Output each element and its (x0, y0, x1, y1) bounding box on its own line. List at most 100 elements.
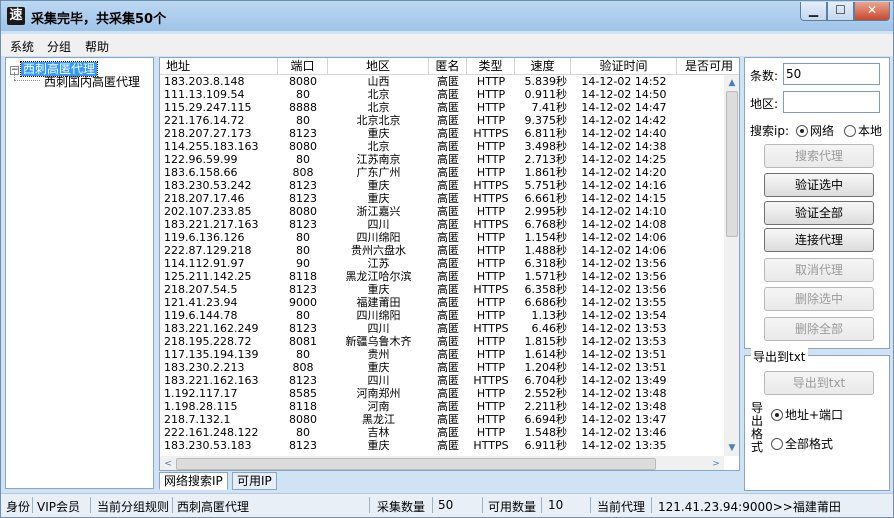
title-bar[interactable]: 速 采集完毕，共采集50个 ▁ ☐ ✕ (1, 1, 893, 31)
vertical-scrollbar[interactable]: ▲ ▼ (724, 75, 739, 456)
cell-anonymity: 高匿 (437, 413, 459, 426)
radio-full-format[interactable]: 全部格式 (771, 435, 833, 452)
menu-bar: 系统 分组 帮助 (1, 34, 893, 56)
table-row[interactable]: 222.87.129.218 80 贵州六盘水 高匿 HTTP 1.488秒 14-12-0… (160, 244, 724, 257)
status-separator (590, 497, 591, 513)
table-row[interactable]: 183.221.162.249 8123 四川 高匿 HTTPS 6.46秒 14-12-0… (160, 322, 724, 335)
table-row[interactable]: 183.230.53.242 8123 重庆 高匿 HTTPS 5.751秒 14-12-0… (160, 179, 724, 192)
column-header-port[interactable]: 端口 (278, 58, 328, 75)
column-header-type[interactable]: 类型 (467, 58, 515, 75)
table-row[interactable]: 125.211.142.25 8118 黑龙江哈尔滨 高匿 HTTP 1.571秒 14-1… (160, 270, 724, 283)
cell-address: 183.230.53.183 (164, 439, 252, 452)
vertical-scroll-thumb[interactable] (726, 91, 738, 237)
cell-available (677, 140, 724, 153)
cell-verify-time: 14-12-02 13:46 (581, 426, 667, 439)
cell-anonymity: 高匿 (437, 205, 459, 218)
menu-group[interactable]: 分组 (47, 38, 71, 55)
scroll-up-icon[interactable]: ▲ (724, 75, 739, 91)
horizontal-scroll-thumb[interactable] (176, 458, 656, 470)
tab-network-search-ip[interactable]: 网络搜索IP (159, 472, 228, 490)
current-proxy-value: 121.41.23.94:9000>>福建莆田 (658, 500, 841, 514)
cell-speed: 1.154秒 (524, 231, 568, 244)
status-separator (651, 497, 652, 513)
column-header-address[interactable]: 地址 (160, 58, 278, 75)
table-row[interactable]: 122.96.59.99 80 江苏南京 高匿 HTTP 2.713秒 14-12-02 1… (160, 153, 724, 166)
connect-proxy-button[interactable]: 连接代理 (764, 228, 874, 252)
column-header-available[interactable]: 是否可用 (677, 58, 739, 75)
search-proxy-button[interactable]: 搜索代理 (764, 144, 874, 168)
cell-address: 218.207.54.5 (164, 283, 238, 296)
table-row[interactable]: 183.230.2.213 808 重庆 高匿 HTTP 1.204秒 14-12-02 1… (160, 361, 724, 374)
count-input[interactable] (783, 63, 880, 85)
cell-type: HTTP (476, 88, 506, 101)
column-header-verify-time[interactable]: 验证时间 (571, 58, 677, 75)
table-row[interactable]: 183.203.8.148 8080 山西 高匿 HTTP 5.839秒 14-12-02 … (160, 75, 724, 88)
cell-address: 114.255.183.163 (164, 140, 259, 153)
cell-anonymity: 高匿 (437, 283, 459, 296)
tree-child-node[interactable]: 西刺国内高匿代理 (44, 73, 140, 90)
cancel-proxy-button[interactable]: 取消代理 (764, 258, 874, 282)
column-header-region[interactable]: 地区 (328, 58, 429, 75)
delete-all-button[interactable]: 删除全部 (764, 317, 874, 341)
scroll-right-icon[interactable]: > (708, 456, 724, 470)
maximize-button[interactable]: ☐ (827, 2, 854, 21)
menu-help[interactable]: 帮助 (85, 38, 109, 55)
table-row[interactable]: 218.207.17.46 8123 重庆 高匿 HTTPS 6.661秒 14-12-02… (160, 192, 724, 205)
radio-network[interactable]: 网络 (796, 122, 834, 139)
table-row[interactable]: 114.255.183.163 8080 北京 高匿 HTTP 3.498秒 14-12-0… (160, 140, 724, 153)
radio-local[interactable]: 本地 (844, 122, 882, 139)
cell-anonymity: 高匿 (437, 387, 459, 400)
radio-addr-port[interactable]: 地址+端口 (771, 406, 843, 423)
identity-label: 身份 (6, 500, 31, 514)
table-row[interactable]: 202.107.233.85 8080 浙江嘉兴 高匿 HTTP 2.995秒 14-12-… (160, 205, 724, 218)
table-row[interactable]: 218.7.132.1 8080 黑龙江 高匿 HTTP 6.694秒 14-12-02 1… (160, 413, 724, 426)
table-header: 地址 端口 地区 匿名 类型 速度 验证时间 是否可用 (160, 58, 739, 75)
close-button[interactable]: ✕ (854, 2, 890, 21)
tab-available-ip[interactable]: 可用IP (232, 472, 277, 490)
scroll-down-icon[interactable]: ▼ (724, 440, 739, 456)
table-row[interactable]: 218.195.228.72 8081 新疆乌鲁木齐 高匿 HTTP 1.815秒 14-1… (160, 335, 724, 348)
menu-system[interactable]: 系统 (10, 38, 34, 55)
table-row[interactable]: 119.6.144.78 80 四川绵阳 高匿 HTTP 1.13秒 14-12-02 13… (160, 309, 724, 322)
verify-selected-button[interactable]: 验证选中 (764, 173, 874, 197)
cell-available (677, 439, 724, 452)
cell-address: 1.198.28.115 (164, 400, 238, 413)
export-txt-button[interactable]: 导出到txt (764, 371, 874, 395)
export-group-title: 导出到txt (751, 348, 808, 365)
horizontal-scrollbar[interactable]: < > (160, 456, 724, 470)
table-row[interactable]: 115.29.247.115 8888 北京 高匿 HTTP 7.41秒 14-12-02 … (160, 101, 724, 114)
table-row[interactable]: 183.6.158.66 808 广东广州 高匿 HTTP 1.861秒 14-12-02 … (160, 166, 724, 179)
verify-all-button[interactable]: 验证全部 (764, 201, 874, 225)
minimize-button[interactable]: ▁ (800, 2, 827, 21)
table-row[interactable]: 1.192.117.17 8585 河南郑州 高匿 HTTP 2.552秒 14-12-02… (160, 387, 724, 400)
table-row[interactable]: 183.230.53.183 8123 重庆 高匿 HTTPS 6.911秒 14-12-0… (160, 439, 724, 452)
table-row[interactable]: 1.198.28.115 8118 河南 高匿 HTTP 2.211秒 14-12-02 1… (160, 400, 724, 413)
proxy-table: 地址 端口 地区 匿名 类型 速度 验证时间 是否可用 183.203.8.14… (159, 57, 740, 471)
cell-available (677, 361, 724, 374)
cell-anonymity: 高匿 (437, 309, 459, 322)
tree-root-node[interactable]: − 西刺高匿代理 (10, 60, 99, 77)
table-row[interactable]: 111.13.109.54 80 北京 高匿 HTTP 0.911秒 14-12-02 14… (160, 88, 724, 101)
column-header-anonymity[interactable]: 匿名 (429, 58, 467, 75)
column-header-speed[interactable]: 速度 (515, 58, 571, 75)
scroll-left-icon[interactable]: < (160, 456, 176, 470)
table-row[interactable]: 218.207.54.5 8123 重庆 高匿 HTTPS 6.358秒 14-12-02 … (160, 283, 724, 296)
table-row[interactable]: 221.176.14.72 80 北京北京 高匿 HTTP 9.375秒 14-12-02 … (160, 114, 724, 127)
delete-selected-button[interactable]: 删除选中 (764, 287, 874, 311)
region-input[interactable] (783, 91, 880, 113)
table-row[interactable]: 218.207.27.173 8123 重庆 高匿 HTTPS 6.811秒 14-12-0… (160, 127, 724, 140)
export-format-label: 导出格式 (750, 401, 763, 454)
table-row[interactable]: 121.41.23.94 9000 福建莆田 高匿 HTTP 6.686秒 14-12-02… (160, 296, 724, 309)
table-row[interactable]: 222.161.248.122 80 吉林 高匿 HTTP 1.548秒 14-12-02 … (160, 426, 724, 439)
table-row[interactable]: 117.135.194.139 80 贵州 高匿 HTTP 1.614秒 14-12-02 … (160, 348, 724, 361)
status-bar: 身份 VIP会员 当前分组规则 西刺高匿代理 采集数量 50 可用数量 10 当… (1, 493, 893, 517)
table-row[interactable]: 183.221.162.163 8123 四川 高匿 HTTPS 6.704秒 14-12-… (160, 374, 724, 387)
cell-verify-time: 14-12-02 13:48 (581, 400, 667, 413)
cell-verify-time: 14-12-02 13:56 (581, 257, 667, 270)
cell-type: HTTP (476, 257, 506, 270)
table-row[interactable]: 183.221.217.163 8123 四川 高匿 HTTPS 6.768秒 14-12-… (160, 218, 724, 231)
table-row[interactable]: 114.112.91.97 90 江苏 高匿 HTTP 6.318秒 14-12-02 13… (160, 257, 724, 270)
cell-address: 218.207.27.173 (164, 127, 252, 140)
table-row[interactable]: 119.6.136.126 80 四川绵阳 高匿 HTTP 1.154秒 14-12-02 … (160, 231, 724, 244)
cell-type: HTTP (476, 101, 506, 114)
